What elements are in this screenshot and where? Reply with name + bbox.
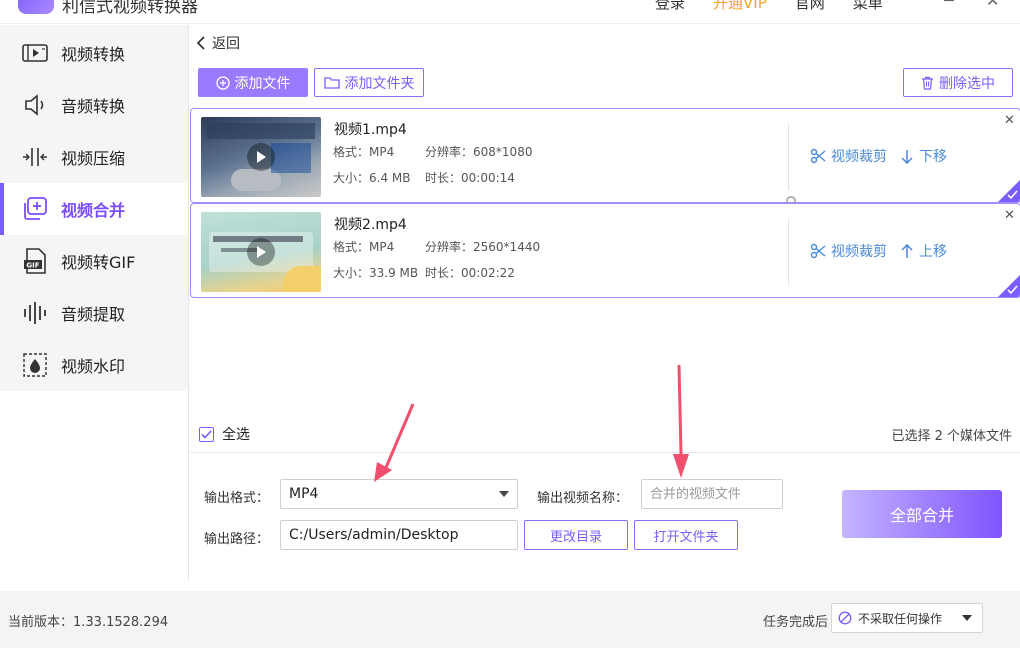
selected-count: 已选择 2 个媒体文件	[891, 429, 1012, 444]
caret-down-icon	[499, 491, 509, 497]
add-folder-label: 添加文件夹	[344, 75, 415, 92]
output-format-label: 输出格式：	[204, 491, 270, 506]
output-name-input[interactable]	[641, 479, 783, 509]
login-link[interactable]: 登录	[655, 0, 685, 13]
delete-selected-button[interactable]: 删除选中	[903, 68, 1013, 97]
website-link[interactable]: 官网	[795, 0, 825, 13]
back-label: 返回	[212, 36, 240, 52]
resolution-info: 分辨率：2560*1440	[425, 240, 541, 254]
select-all-label: 全选	[222, 427, 250, 443]
prohibited-icon	[838, 611, 852, 625]
size-info: 大小：6.4 MB	[333, 171, 411, 185]
video-convert-icon	[22, 40, 48, 66]
sidebar-item-label: 视频转换	[61, 45, 126, 64]
file-card[interactable]: 视频2.mp4 格式：MP4 分辨率：2560*1440 大小：33.9 MB …	[190, 203, 1020, 298]
remove-file-icon[interactable]: ✕	[1004, 113, 1015, 128]
selected-check-icon[interactable]	[998, 275, 1020, 297]
sidebar-item-audio-convert[interactable]: 音频转换	[0, 79, 188, 131]
sidebar-item-label: 视频水印	[61, 357, 126, 376]
add-file-button[interactable]: 添加文件	[198, 68, 308, 97]
card-divider	[788, 124, 789, 190]
sidebar-divider	[188, 25, 189, 581]
app-title: 利信式视频转换器	[62, 0, 198, 17]
output-name-label: 输出视频名称：	[537, 491, 629, 506]
change-directory-button[interactable]: 更改目录	[524, 520, 628, 550]
duration-info: 时长：00:02:22	[425, 266, 515, 280]
sidebar-item-label: 视频转GIF	[61, 253, 136, 272]
waveform-icon	[22, 300, 48, 326]
vip-link[interactable]: 开通VIP	[713, 0, 767, 13]
output-path-input[interactable]: C:/Users/admin/Desktop	[280, 520, 518, 550]
compress-icon	[22, 144, 48, 170]
format-info: 格式：MP4	[333, 145, 395, 159]
sidebar-item-label: 音频转换	[61, 97, 126, 116]
duration-info: 时长：00:00:14	[425, 171, 515, 185]
play-icon[interactable]	[247, 143, 275, 171]
version-text: 当前版本：1.33.1528.294	[8, 615, 169, 630]
svg-text:GIF: GIF	[26, 262, 39, 270]
arrow-up-icon	[901, 243, 913, 258]
back-button[interactable]: 返回	[196, 33, 240, 53]
sidebar-item-label: 视频压缩	[61, 149, 126, 168]
resolution-info: 分辨率：608*1080	[425, 145, 533, 159]
chevron-left-icon	[196, 36, 205, 50]
sidebar-item-video-merge[interactable]: 视频合并	[0, 183, 188, 235]
add-file-label: 添加文件	[234, 75, 291, 92]
speaker-icon	[22, 92, 48, 118]
sidebar-item-audio-extract[interactable]: 音频提取	[0, 287, 188, 339]
format-info: 格式：MP4	[333, 240, 395, 254]
video-thumbnail[interactable]	[201, 117, 321, 197]
status-bar: 当前版本：1.33.1528.294 任务完成后 不采取任何操作	[0, 591, 1020, 648]
after-task-select[interactable]: 不采取任何操作	[831, 603, 983, 633]
annotation-arrow-icon	[374, 403, 415, 482]
sidebar: 视频转换 音频转换 视频压缩 视频合并 GIF 视频转GIF 音频提取 视频水印	[0, 25, 188, 391]
caret-down-icon	[962, 615, 972, 621]
menu-link[interactable]: 菜单	[853, 0, 883, 13]
move-up-button[interactable]: 上移	[900, 241, 947, 261]
merge-all-button[interactable]: 全部合并	[842, 490, 1002, 538]
scissors-icon	[810, 148, 826, 164]
top-links: 登录 开通VIP 官网 菜单	[655, 0, 883, 13]
after-task-label: 任务完成后	[763, 615, 829, 630]
section-divider	[189, 452, 1020, 453]
file-name: 视频2.mp4	[334, 217, 407, 233]
plus-circle-icon	[215, 75, 230, 90]
size-info: 大小：33.9 MB	[333, 266, 419, 280]
file-card[interactable]: 视频1.mp4 格式：MP4 分辨率：608*1080 大小：6.4 MB 时长…	[190, 108, 1020, 203]
annotation-arrow-icon	[673, 364, 689, 478]
selected-check-icon[interactable]	[998, 180, 1020, 202]
minimize-icon[interactable]: ─	[944, 0, 954, 10]
title-bar: 利信式视频转换器 登录 开通VIP 官网 菜单 ─ ✕	[0, 0, 1020, 24]
file-name: 视频1.mp4	[334, 122, 407, 138]
close-window-icon[interactable]: ✕	[986, 0, 999, 10]
select-all-checkbox[interactable]: 全选	[199, 424, 250, 444]
remove-file-icon[interactable]: ✕	[1004, 208, 1015, 223]
gif-file-icon: GIF	[22, 248, 48, 274]
delete-selected-label: 删除选中	[939, 75, 995, 92]
output-path-label: 输出路径：	[204, 532, 270, 547]
open-folder-button[interactable]: 打开文件夹	[634, 520, 738, 550]
sidebar-item-label: 视频合并	[61, 201, 126, 220]
arrow-down-icon	[901, 149, 913, 164]
scissors-icon	[810, 243, 826, 259]
folder-icon	[323, 77, 340, 89]
watermark-drop-icon	[22, 352, 48, 378]
sidebar-item-label: 音频提取	[61, 305, 126, 324]
play-icon[interactable]	[247, 238, 275, 266]
card-divider	[788, 219, 789, 285]
sidebar-item-video-compress[interactable]: 视频压缩	[0, 131, 188, 183]
video-crop-button[interactable]: 视频裁剪	[810, 241, 887, 261]
sidebar-item-video-to-gif[interactable]: GIF 视频转GIF	[0, 235, 188, 287]
sidebar-item-video-convert[interactable]: 视频转换	[0, 27, 188, 79]
trash-icon	[922, 76, 933, 90]
video-thumbnail[interactable]	[201, 212, 321, 292]
app-logo	[18, 0, 54, 14]
video-crop-button[interactable]: 视频裁剪	[810, 146, 887, 166]
sidebar-item-video-watermark[interactable]: 视频水印	[0, 339, 188, 391]
move-down-button[interactable]: 下移	[900, 146, 947, 166]
checkbox-checked-icon[interactable]	[199, 426, 214, 442]
add-folder-button[interactable]: 添加文件夹	[314, 68, 424, 97]
merge-plus-icon	[22, 196, 48, 222]
